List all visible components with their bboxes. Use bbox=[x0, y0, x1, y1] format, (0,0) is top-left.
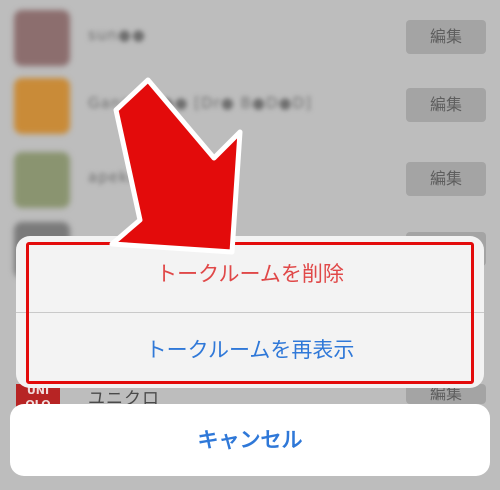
edit-button[interactable]: 編集 bbox=[406, 162, 486, 196]
avatar bbox=[14, 10, 70, 66]
list-item[interactable]: sun●● 編集 bbox=[0, 4, 500, 70]
edit-button[interactable]: 編集 bbox=[406, 20, 486, 54]
cancel-button[interactable]: キャンセル bbox=[10, 404, 490, 476]
avatar bbox=[14, 152, 70, 208]
avatar bbox=[14, 78, 70, 134]
highlight-frame bbox=[26, 242, 474, 384]
list-item[interactable]: Ganzo ●●● [Dr● B●D●D] 編集 bbox=[0, 72, 500, 138]
chat-name: sun●● bbox=[88, 26, 147, 44]
chat-name: Ganzo ●●● [Dr● B●D●D] bbox=[88, 94, 313, 112]
chat-name: apeko bbox=[88, 168, 139, 186]
edit-button[interactable]: 編集 bbox=[406, 88, 486, 122]
list-item[interactable]: apeko 編集 bbox=[0, 146, 500, 212]
